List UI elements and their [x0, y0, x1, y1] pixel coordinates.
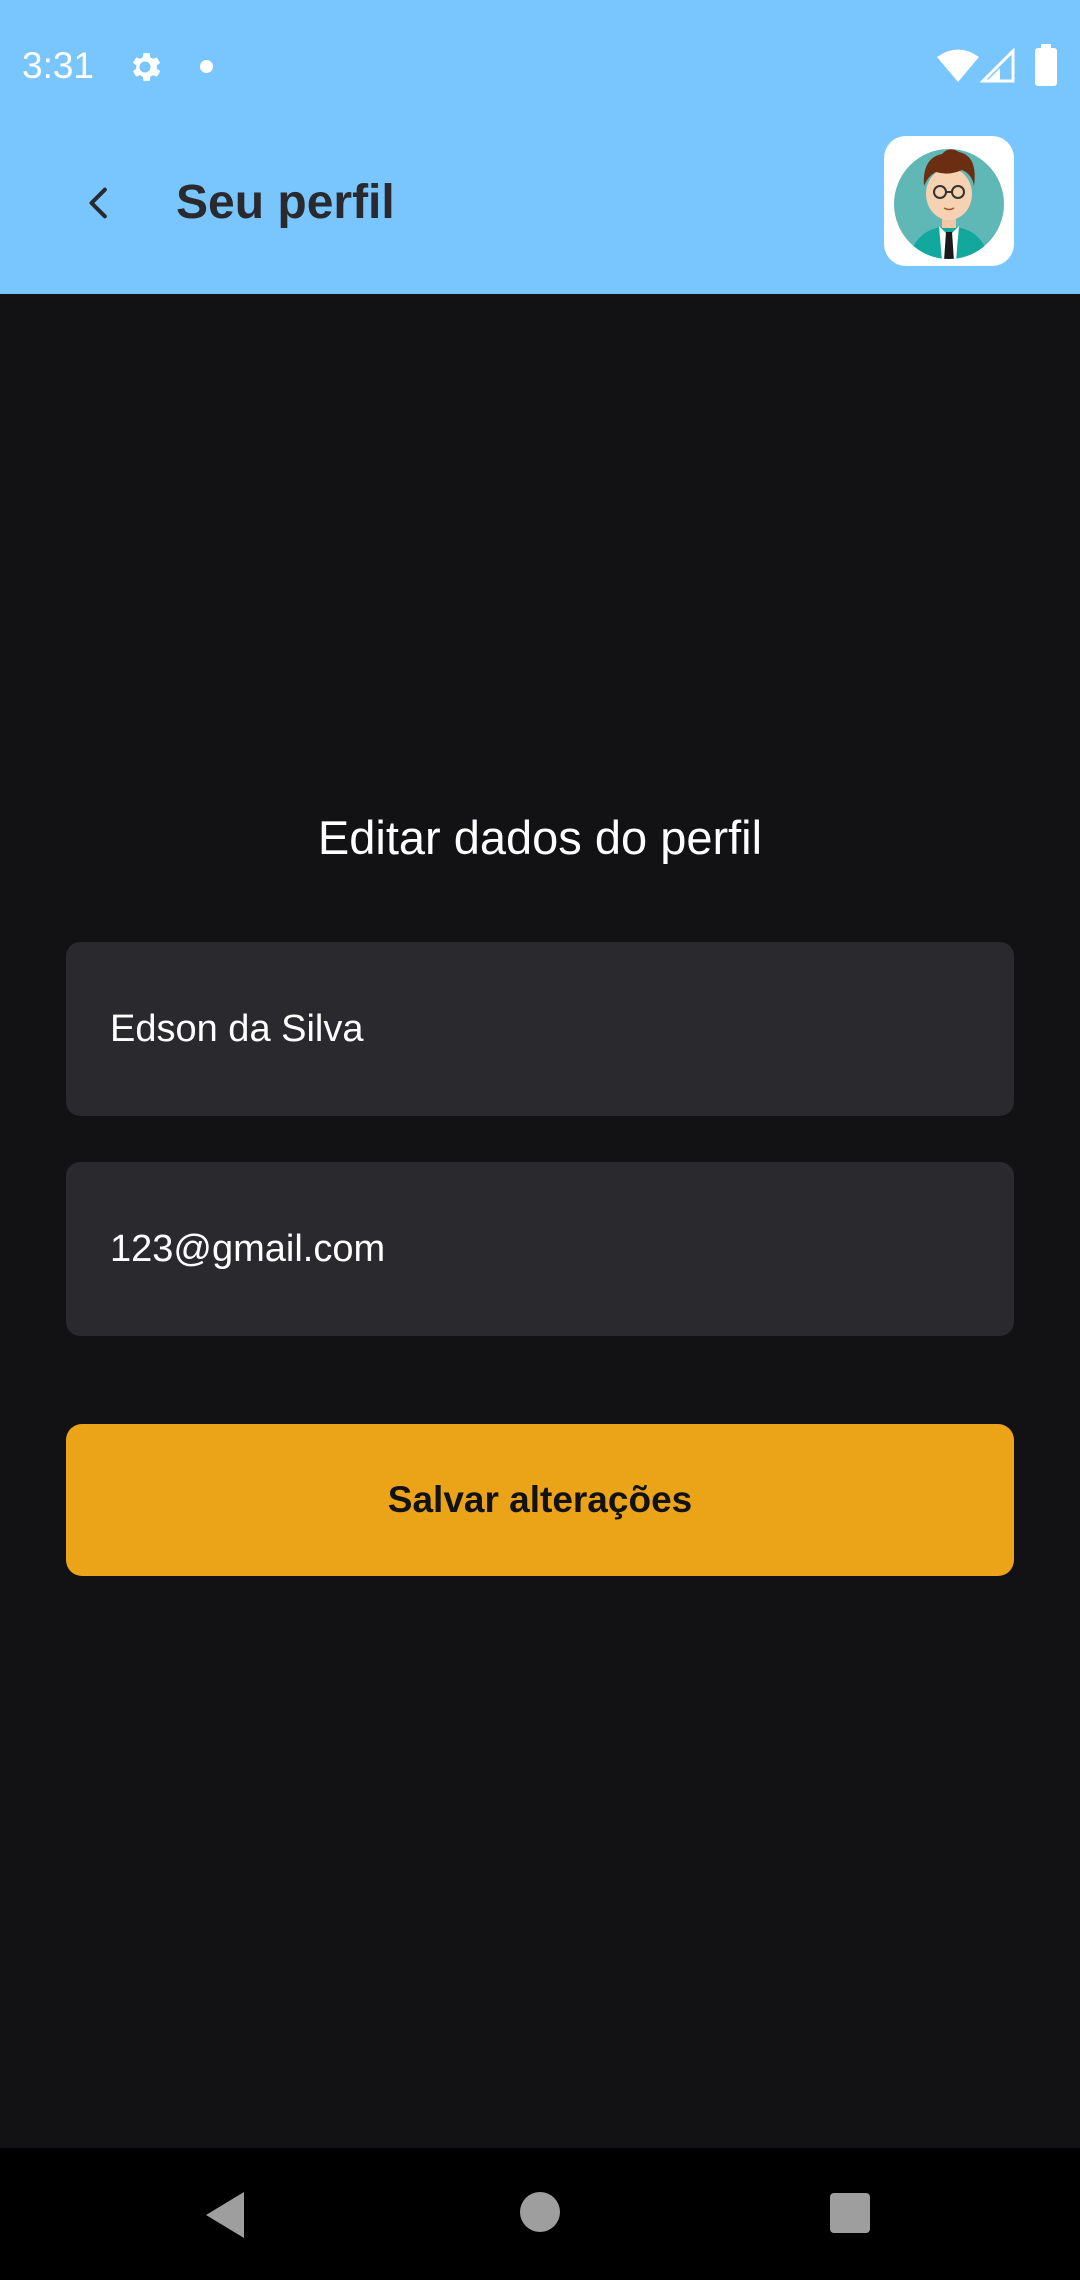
- notification-dot: [200, 60, 213, 73]
- page-title: Seu perfil: [176, 176, 395, 229]
- email-field[interactable]: 123@gmail.com: [66, 1162, 1014, 1336]
- status-bar: 3:31: [0, 0, 1080, 132]
- save-button[interactable]: Salvar alterações: [66, 1424, 1014, 1576]
- avatar[interactable]: [884, 136, 1014, 266]
- nav-home-icon[interactable]: [520, 2192, 560, 2232]
- profile-content: Editar dados do perfil Edson da Silva 12…: [0, 294, 1080, 2148]
- app-bar: Seu perfil: [0, 132, 1080, 294]
- nav-recents-icon[interactable]: [830, 2193, 870, 2233]
- signal-icon: [980, 48, 1015, 83]
- back-button[interactable]: [66, 170, 132, 236]
- navigation-bar: [0, 2148, 1080, 2280]
- status-time: 3:31: [22, 45, 95, 86]
- gear-icon: [132, 53, 161, 81]
- nav-back-icon[interactable]: [204, 2190, 248, 2240]
- battery-icon: [1035, 44, 1057, 86]
- wifi-icon: [937, 49, 979, 82]
- user-avatar-icon: [894, 149, 1004, 259]
- form-title: Editar dados do perfil: [317, 811, 763, 864]
- name-field[interactable]: Edson da Silva: [66, 942, 1014, 1116]
- chevron-left-icon: [89, 187, 107, 219]
